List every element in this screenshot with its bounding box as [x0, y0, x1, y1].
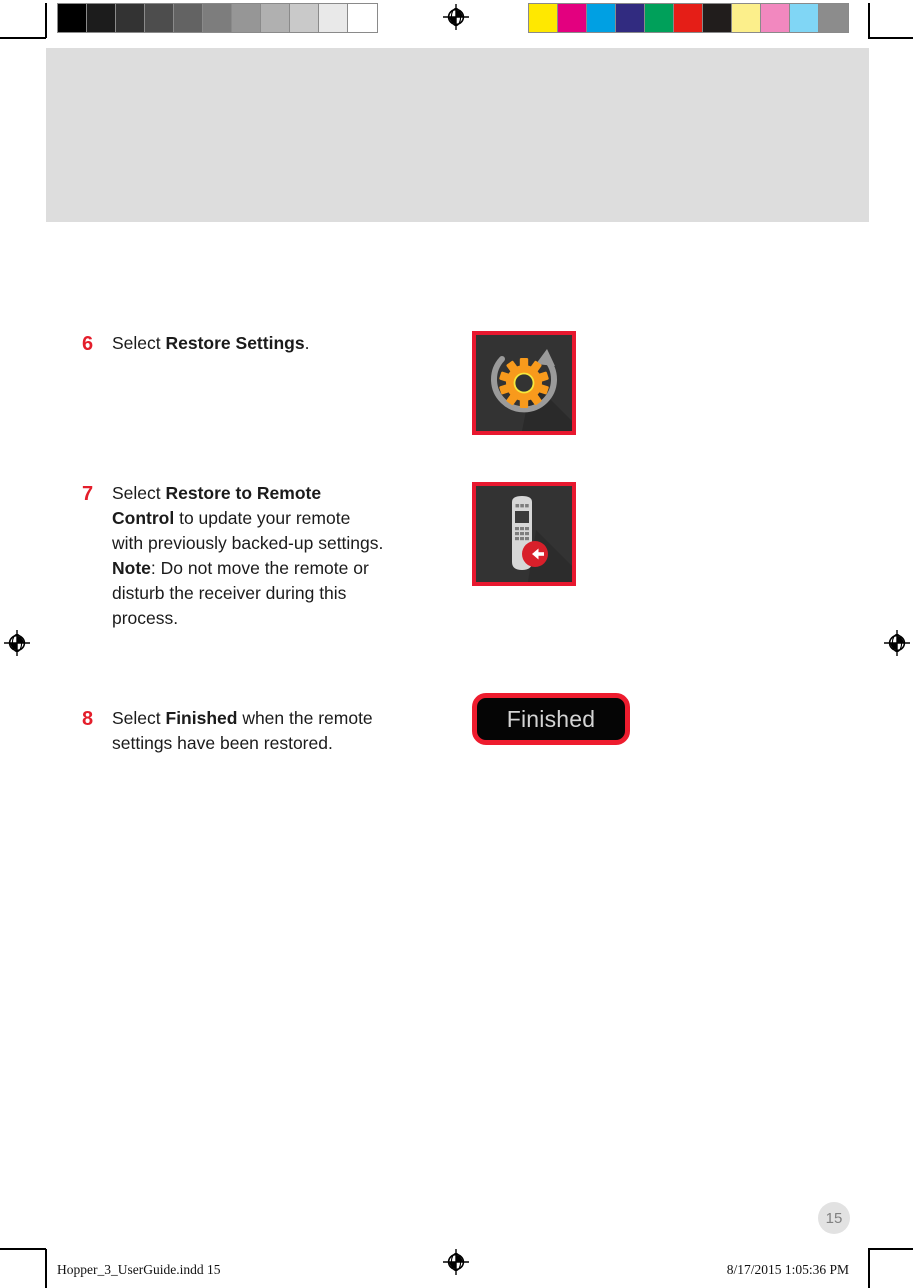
instruction-steps-list: 6 Select Restore Settings. 7 Select Rest… [0, 0, 913, 1288]
step-number: 7 [82, 483, 94, 505]
step-number: 8 [82, 708, 94, 730]
finished-button-label: Finished [506, 705, 596, 732]
step-text-note-label: Note [112, 558, 151, 578]
step-text-plain: Select [112, 708, 166, 728]
step-body-text: Select Restore to Remote Control to upda… [112, 481, 384, 631]
step-text-tail: . [304, 333, 310, 353]
instruction-step-7: 7 Select Restore to Remote Control to up… [82, 481, 384, 631]
step-number: 6 [82, 333, 94, 355]
step-body-text: Select Finished when the remote settings… [112, 706, 384, 756]
restore-settings-icon [476, 335, 572, 431]
restore-settings-icon-tile [472, 331, 576, 435]
step-text-note-body: : Do not move the remote or disturb the … [112, 558, 369, 628]
finished-button-graphic[interactable]: Finished [472, 693, 630, 745]
restore-to-remote-control-icon-tile [472, 482, 576, 586]
instruction-step-6: 6 Select Restore Settings. [82, 331, 384, 357]
footer-timestamp: 8/17/2015 1:05:36 PM [726, 1262, 849, 1277]
step-text-emphasis: Finished [165, 708, 238, 728]
remote-control-icon [476, 486, 572, 582]
step-text-emphasis: Restore Settings [165, 333, 305, 353]
step-text-plain: Select [112, 483, 166, 503]
page-number-badge: 15 [818, 1202, 850, 1234]
instruction-step-8: 8 Select Finished when the remote settin… [82, 706, 384, 756]
footer-file-name: Hopper_3_UserGuide.indd 15 [57, 1262, 221, 1277]
step-text-plain: Select [112, 333, 166, 353]
step-body-text: Select Restore Settings. [112, 331, 384, 356]
